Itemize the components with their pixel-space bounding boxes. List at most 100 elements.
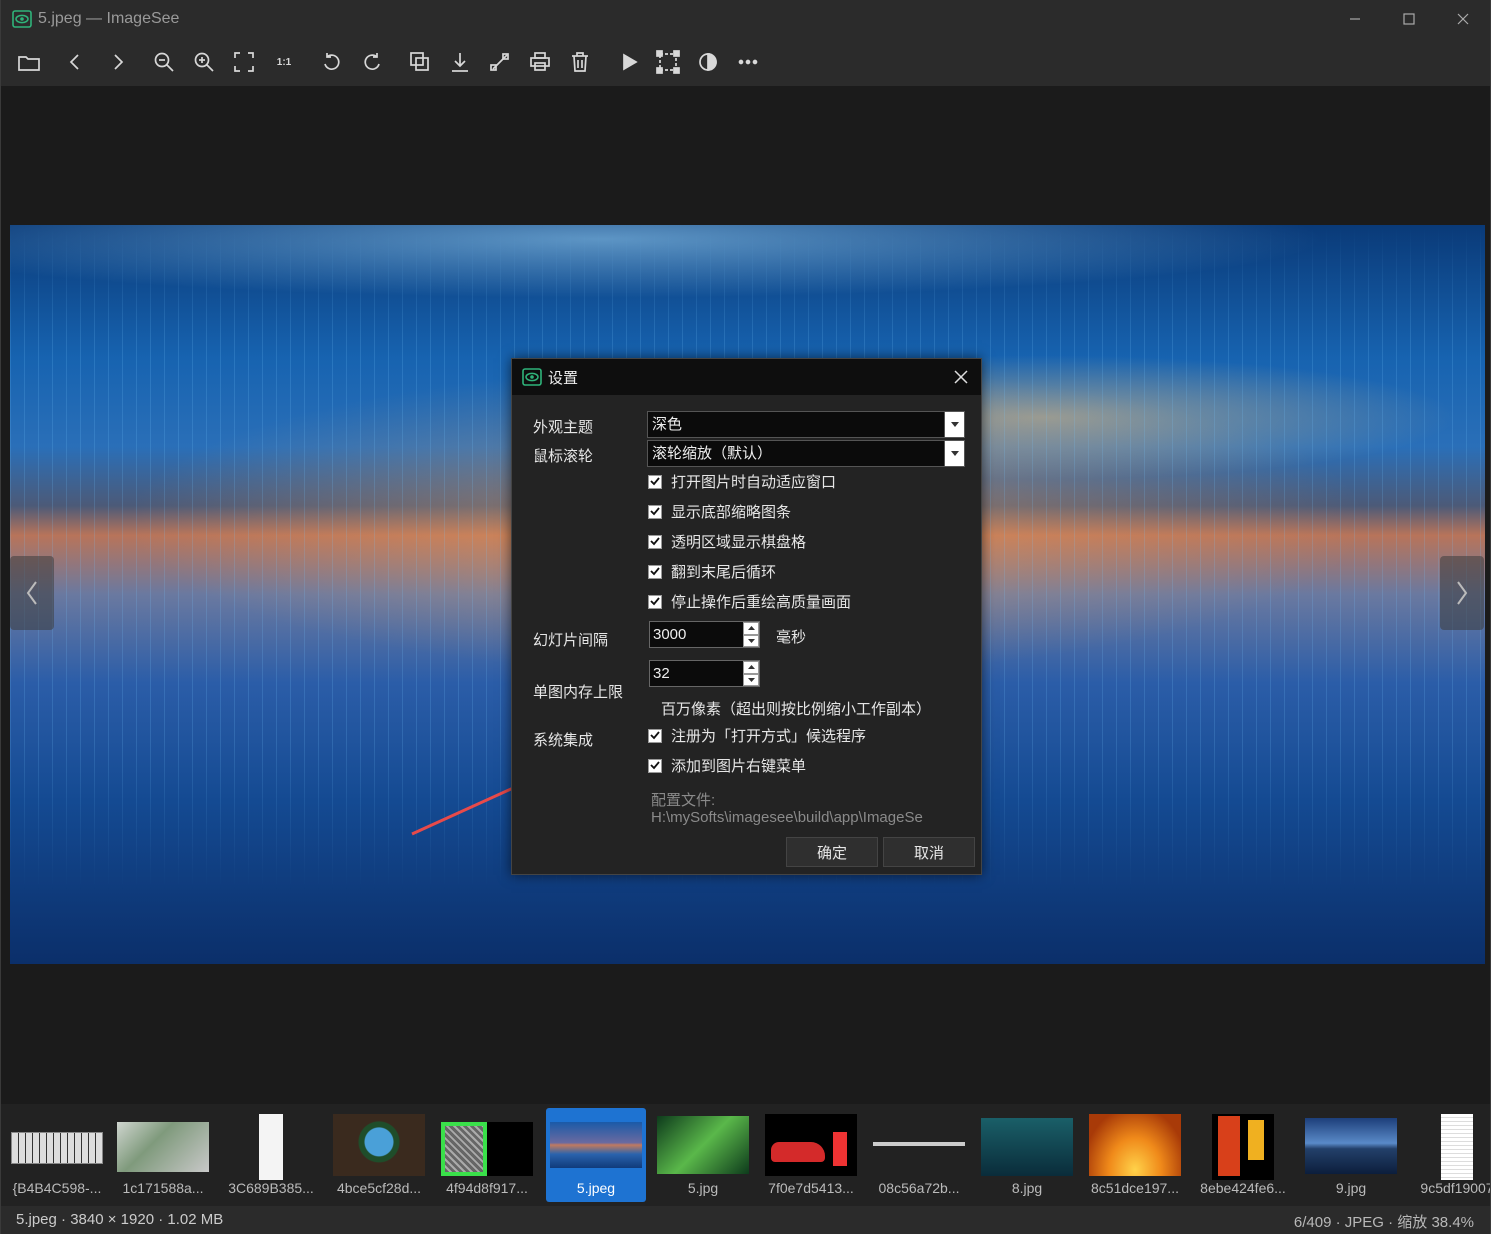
- rotate-left-button[interactable]: [319, 49, 345, 75]
- maximize-button[interactable]: [1382, 0, 1436, 38]
- thumbnail-item[interactable]: 9.jpg: [1299, 1108, 1403, 1202]
- resize-icon: [490, 53, 509, 71]
- checkbox-checked-icon: [648, 534, 662, 549]
- crop-button[interactable]: [655, 49, 681, 75]
- previous-button[interactable]: [62, 49, 88, 75]
- thumbnail-item[interactable]: 4f94d8f917...: [435, 1108, 539, 1202]
- app-eye-icon: [522, 368, 542, 386]
- thumbnail-item[interactable]: 7f0e7d5413...: [759, 1108, 863, 1202]
- download-icon: [452, 53, 468, 72]
- theme-select[interactable]: 深色: [647, 411, 965, 438]
- folder-icon: [18, 56, 40, 71]
- zoom-in-button[interactable]: [191, 49, 217, 75]
- resize-button[interactable]: [487, 49, 513, 75]
- checkbox-checked-icon: [648, 564, 662, 579]
- next-image-arrow[interactable]: [1440, 556, 1484, 630]
- slideshow-button[interactable]: [616, 49, 642, 75]
- slideshow-unit: 毫秒: [776, 629, 807, 646]
- prev-image-arrow[interactable]: [10, 556, 54, 630]
- memory-note: 百万像素（超出则按比例缩小工作副本）: [661, 701, 932, 718]
- copy-button[interactable]: [407, 49, 433, 75]
- check-checkerboard[interactable]: 透明区域显示棋盘格: [648, 531, 806, 552]
- close-window-button[interactable]: [1436, 0, 1490, 38]
- memory-limit-input[interactable]: 32: [649, 660, 760, 687]
- thumbnail-item[interactable]: 5.jpg: [651, 1108, 755, 1202]
- actual-size-button[interactable]: 1:1: [271, 49, 297, 75]
- thumbnail-strip: {B4B4C598-... 1c171588a... 3C689B385... …: [1, 1104, 1490, 1206]
- wheel-select[interactable]: 滚轮缩放（默认）: [647, 440, 965, 467]
- zoom-out-button[interactable]: [151, 49, 177, 75]
- close-icon: [1457, 13, 1469, 25]
- spin-up-icon: [743, 661, 759, 674]
- thumbnail-item[interactable]: {B4B4C598-...: [5, 1108, 109, 1202]
- more-icon: [738, 59, 758, 65]
- title-bar[interactable]: 5.jpeg — ImageSee: [1, 0, 1490, 38]
- thumbnail-item[interactable]: 8ebe424fe6...: [1191, 1108, 1295, 1202]
- memory-label: 单图内存上限: [533, 684, 624, 701]
- cancel-button[interactable]: 取消: [883, 837, 975, 867]
- slideshow-label: 幻灯片间隔: [533, 632, 609, 649]
- chevron-down-icon: [950, 451, 959, 456]
- dialog-title-bar[interactable]: 设置: [512, 359, 981, 395]
- thumbnail-item[interactable]: 08c56a72b...: [867, 1108, 971, 1202]
- actual-size-icon: 1:1: [276, 56, 292, 68]
- chevron-left-icon: [69, 54, 79, 70]
- thumbnail-item[interactable]: 8.jpg: [975, 1108, 1079, 1202]
- adjust-button[interactable]: [695, 49, 721, 75]
- theme-label: 外观主题: [533, 419, 594, 436]
- thumbnail-item[interactable]: 3C689B385...: [219, 1108, 323, 1202]
- window-title: 5.jpeg — ImageSee: [38, 10, 180, 27]
- integration-label: 系统集成: [533, 732, 594, 749]
- wheel-label: 鼠标滚轮: [533, 448, 594, 465]
- check-loop[interactable]: 翻到末尾后循环: [648, 561, 776, 582]
- spin-down-icon: [743, 634, 759, 647]
- theme-value: 深色: [652, 416, 683, 433]
- check-context-menu[interactable]: 添加到图片右键菜单: [648, 755, 806, 776]
- thumbnail-item-active[interactable]: 5.jpeg: [546, 1108, 646, 1202]
- config-label: 配置文件:: [651, 792, 716, 809]
- chevron-down-icon: [950, 422, 959, 427]
- minimize-icon: [1350, 18, 1360, 20]
- rotate-right-button[interactable]: [359, 49, 385, 75]
- thumbnail-item[interactable]: 1c171588a...: [111, 1108, 215, 1202]
- chevron-right-icon: [1457, 581, 1468, 605]
- zoom-in-icon: [194, 52, 214, 72]
- chevron-right-icon: [114, 54, 124, 70]
- toolbar: 1:1: [1, 38, 1490, 86]
- app-window: 5.jpeg — ImageSee 1:1 设置 外观主题 深色 鼠标滚轮 滚轮…: [0, 0, 1491, 1234]
- check-auto-fit[interactable]: 打开图片时自动适应窗口: [648, 471, 836, 492]
- checkbox-checked-icon: [648, 504, 662, 519]
- zoom-out-icon: [154, 52, 174, 72]
- wheel-value: 滚轮缩放（默认）: [652, 445, 773, 462]
- spin-down-icon: [743, 673, 759, 686]
- minimize-button[interactable]: [1328, 0, 1382, 38]
- save-button[interactable]: [447, 49, 473, 75]
- crop-icon: [656, 50, 680, 74]
- delete-button[interactable]: [567, 49, 593, 75]
- dialog-title: 设置: [548, 369, 579, 387]
- ok-button[interactable]: 确定: [786, 837, 878, 867]
- chevron-left-icon: [26, 581, 37, 605]
- checkbox-checked-icon: [648, 594, 662, 609]
- checkbox-checked-icon: [648, 758, 662, 773]
- open-folder-button[interactable]: [16, 49, 42, 75]
- status-file-info: 5.jpeg · 3840 × 1920 · 1.02 MB: [16, 1211, 224, 1228]
- thumbnail-item[interactable]: 4bce5cf28d...: [327, 1108, 431, 1202]
- status-bar: 5.jpeg · 3840 × 1920 · 1.02 MB 6/409 · J…: [1, 1206, 1490, 1234]
- thumbnail-item[interactable]: 9c5df19007: [1405, 1108, 1490, 1202]
- print-button[interactable]: [527, 49, 553, 75]
- check-redraw-hq[interactable]: 停止操作后重绘高质量画面: [648, 591, 851, 612]
- slideshow-interval-input[interactable]: 3000: [649, 621, 760, 648]
- fit-window-button[interactable]: [231, 49, 257, 75]
- check-thumbnail-strip[interactable]: 显示底部缩略图条: [648, 501, 791, 522]
- thumbnail-item[interactable]: 8c51dce197...: [1083, 1108, 1187, 1202]
- check-open-with[interactable]: 注册为「打开方式」候选程序: [648, 725, 866, 746]
- next-button[interactable]: [105, 49, 131, 75]
- copy-icon: [410, 52, 429, 71]
- dialog-close-button[interactable]: [951, 367, 971, 387]
- status-view-info: 6/409 · JPEG · 缩放 38.4%: [1293, 1214, 1474, 1231]
- spin-up-icon: [743, 622, 759, 635]
- checkbox-checked-icon: [648, 728, 662, 743]
- maximize-icon: [1403, 13, 1415, 25]
- more-button[interactable]: [735, 49, 761, 75]
